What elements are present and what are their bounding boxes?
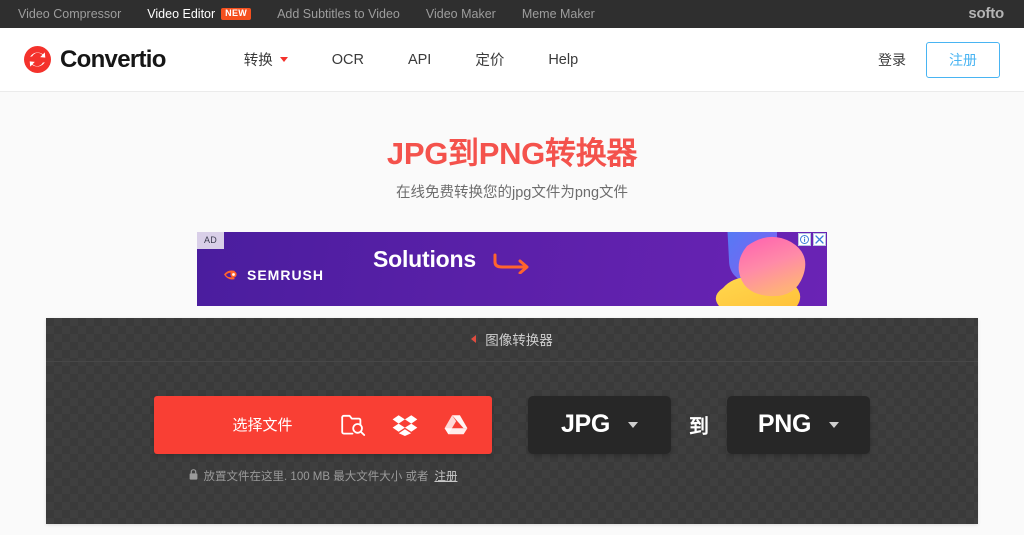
ad-headline: Solutions bbox=[373, 245, 476, 272]
choose-file-button[interactable]: 选择文件 bbox=[154, 395, 492, 454]
topbar-link-add-subtitles[interactable]: Add Subtitles to Video bbox=[277, 0, 400, 28]
partner-link-list: Video Compressor Video Editor NEW Add Su… bbox=[18, 0, 595, 28]
target-format-select[interactable]: PNG bbox=[727, 395, 870, 454]
target-format-value: PNG bbox=[757, 410, 812, 439]
chevron-down-icon bbox=[829, 421, 840, 428]
nav-item-help[interactable]: Help bbox=[526, 52, 600, 68]
topbar-link-video-compressor[interactable]: Video Compressor bbox=[18, 0, 121, 28]
signup-button[interactable]: 注册 bbox=[926, 41, 1000, 78]
nav-item-convert[interactable]: 转换 bbox=[222, 49, 310, 70]
topbar-link-label: Meme Maker bbox=[521, 7, 595, 21]
topbar-link-video-maker[interactable]: Video Maker bbox=[426, 0, 496, 28]
converter-panel: 图像转换器 选择文件 放置文件在这里. 100 MB 最大文件大小 或者 注册 … bbox=[46, 317, 978, 524]
hero-section: JPG到PNG转换器 在线免费转换您的jpg文件为png文件 bbox=[0, 92, 1024, 202]
tab-image-converter[interactable]: 图像转换器 bbox=[471, 329, 553, 349]
topbar-link-label: Video Maker bbox=[425, 7, 496, 21]
nav-item-label: API bbox=[407, 51, 432, 68]
lock-icon bbox=[189, 468, 198, 483]
drop-hint: 放置文件在这里. 100 MB 最大文件大小 或者 注册 bbox=[154, 468, 492, 484]
ad-label: AD bbox=[197, 231, 225, 249]
topbar-link-label: Video Compressor bbox=[18, 7, 122, 21]
nav-item-label: 定价 bbox=[475, 53, 505, 69]
file-source-icons bbox=[341, 414, 468, 436]
drop-hint-signup-link[interactable]: 注册 bbox=[434, 468, 457, 484]
topbar-link-label: Video Editor bbox=[147, 7, 216, 21]
site-header: Convertio 转换 OCR API 定价 Help 登录 注册 bbox=[0, 28, 1024, 92]
main-navigation: 转换 OCR API 定价 Help bbox=[222, 49, 600, 70]
auth-area: 登录 注册 bbox=[878, 41, 1000, 78]
topbar-link-video-editor[interactable]: Video Editor NEW bbox=[147, 0, 252, 28]
source-format-select[interactable]: JPG bbox=[528, 395, 671, 454]
adchoices-info-icon[interactable] bbox=[798, 232, 811, 246]
nav-item-label: Help bbox=[548, 51, 579, 68]
page-subtitle: 在线免费转换您的jpg文件为png文件 bbox=[395, 184, 629, 201]
ad-artwork bbox=[715, 231, 806, 306]
chevron-down-icon bbox=[279, 57, 288, 62]
convertio-wordmark: Convertio bbox=[60, 45, 166, 73]
tab-label: 图像转换器 bbox=[485, 333, 553, 349]
choose-file-label: 选择文件 bbox=[232, 417, 293, 435]
page-title: JPG到PNG转换器 bbox=[386, 136, 638, 171]
softo-logo[interactable]: softo bbox=[968, 0, 1004, 28]
chevron-down-icon bbox=[628, 421, 639, 428]
format-to-label: 到 bbox=[689, 416, 709, 439]
semrush-logo-icon bbox=[223, 267, 240, 282]
choose-file-column: 选择文件 放置文件在这里. 100 MB 最大文件大小 或者 注册 bbox=[154, 395, 492, 484]
new-badge: NEW bbox=[221, 8, 252, 20]
chevron-left-icon bbox=[471, 335, 477, 344]
nav-item-api[interactable]: API bbox=[386, 52, 453, 68]
convertio-logo[interactable]: Convertio bbox=[24, 46, 166, 74]
ad-banner[interactable]: AD SEMRUSH Solutions bbox=[197, 231, 827, 306]
partner-topbar: Video Compressor Video Editor NEW Add Su… bbox=[0, 0, 1024, 28]
nav-item-label: 转换 bbox=[243, 53, 273, 69]
convertio-mark-icon bbox=[24, 46, 51, 73]
ad-advertiser: SEMRUSH bbox=[223, 267, 324, 283]
nav-item-ocr[interactable]: OCR bbox=[310, 52, 386, 68]
nav-item-pricing[interactable]: 定价 bbox=[453, 49, 526, 70]
google-drive-icon[interactable] bbox=[444, 414, 468, 435]
close-icon[interactable] bbox=[813, 232, 826, 246]
converter-tabbar: 图像转换器 bbox=[46, 318, 978, 362]
drop-hint-text: 放置文件在这里. 100 MB 最大文件大小 或者 bbox=[203, 470, 429, 483]
content-placeholder-row bbox=[0, 524, 1024, 535]
topbar-link-meme-maker[interactable]: Meme Maker bbox=[522, 0, 595, 28]
dropbox-icon[interactable] bbox=[392, 414, 418, 436]
folder-search-icon[interactable] bbox=[341, 414, 366, 436]
format-selectors: JPG 到 PNG bbox=[528, 395, 870, 454]
login-link[interactable]: 登录 bbox=[878, 50, 906, 70]
ad-controls bbox=[798, 232, 826, 246]
ad-arrow-icon bbox=[492, 252, 534, 279]
source-format-value: JPG bbox=[560, 410, 611, 439]
converter-body: 选择文件 放置文件在这里. 100 MB 最大文件大小 或者 注册 JPG 到 … bbox=[46, 362, 978, 524]
ad-advertiser-name: SEMRUSH bbox=[247, 266, 325, 283]
topbar-link-label: Add Subtitles to Video bbox=[277, 7, 400, 21]
nav-item-label: OCR bbox=[331, 51, 364, 68]
